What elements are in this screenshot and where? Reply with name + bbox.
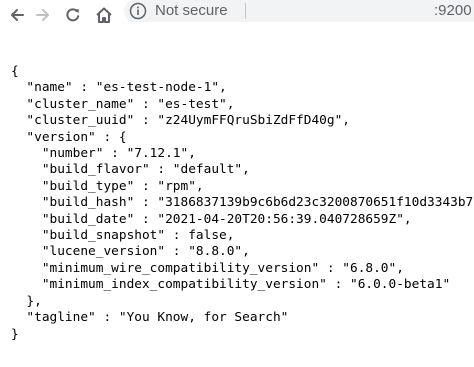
json-line: "version" : { xyxy=(11,129,127,145)
address-bar[interactable]: Not secure :9200 xyxy=(124,0,474,22)
info-icon[interactable] xyxy=(129,2,147,20)
forward-arrow-icon[interactable] xyxy=(32,4,54,26)
json-line: "cluster_uuid" : "z24UymFFQruSbiZdFfD40g… xyxy=(11,113,350,129)
json-line: "minimum_index_compatibility_version" : … xyxy=(11,277,451,293)
json-line: } xyxy=(11,326,19,342)
json-line: "name" : "es-test-node-1", xyxy=(11,80,227,96)
json-line: "build_flavor" : "default", xyxy=(11,162,250,178)
json-line: "cluster_name" : "es-test", xyxy=(11,96,235,112)
json-line: "lucene_version" : "8.8.0", xyxy=(11,244,250,260)
url-port: :9200 xyxy=(434,2,472,19)
json-line: { xyxy=(11,64,19,79)
json-line: }, xyxy=(11,293,42,309)
back-arrow-icon[interactable] xyxy=(6,4,28,26)
json-line: "build_hash" : "3186837139b9c6b6d23c3200… xyxy=(11,195,474,211)
address-divider xyxy=(245,3,246,19)
json-line: "build_snapshot" : false, xyxy=(11,228,235,244)
redacted-host xyxy=(252,2,432,20)
json-line: "tagline" : "You Know, for Search" xyxy=(11,310,289,326)
json-line: "build_type" : "rpm", xyxy=(11,178,204,194)
json-line: "build_date" : "2021-04-20T20:56:39.0407… xyxy=(11,211,412,227)
json-line: "minimum_wire_compatibility_version" : "… xyxy=(11,260,404,276)
json-response: { "name" : "es-test-node-1", "cluster_na… xyxy=(11,64,474,343)
security-status-label[interactable]: Not secure xyxy=(155,2,228,19)
reload-icon[interactable] xyxy=(62,4,84,26)
json-line: "number" : "7.12.1", xyxy=(11,146,196,162)
browser-toolbar: Not secure :9200 xyxy=(0,0,474,36)
home-icon[interactable] xyxy=(93,4,115,26)
